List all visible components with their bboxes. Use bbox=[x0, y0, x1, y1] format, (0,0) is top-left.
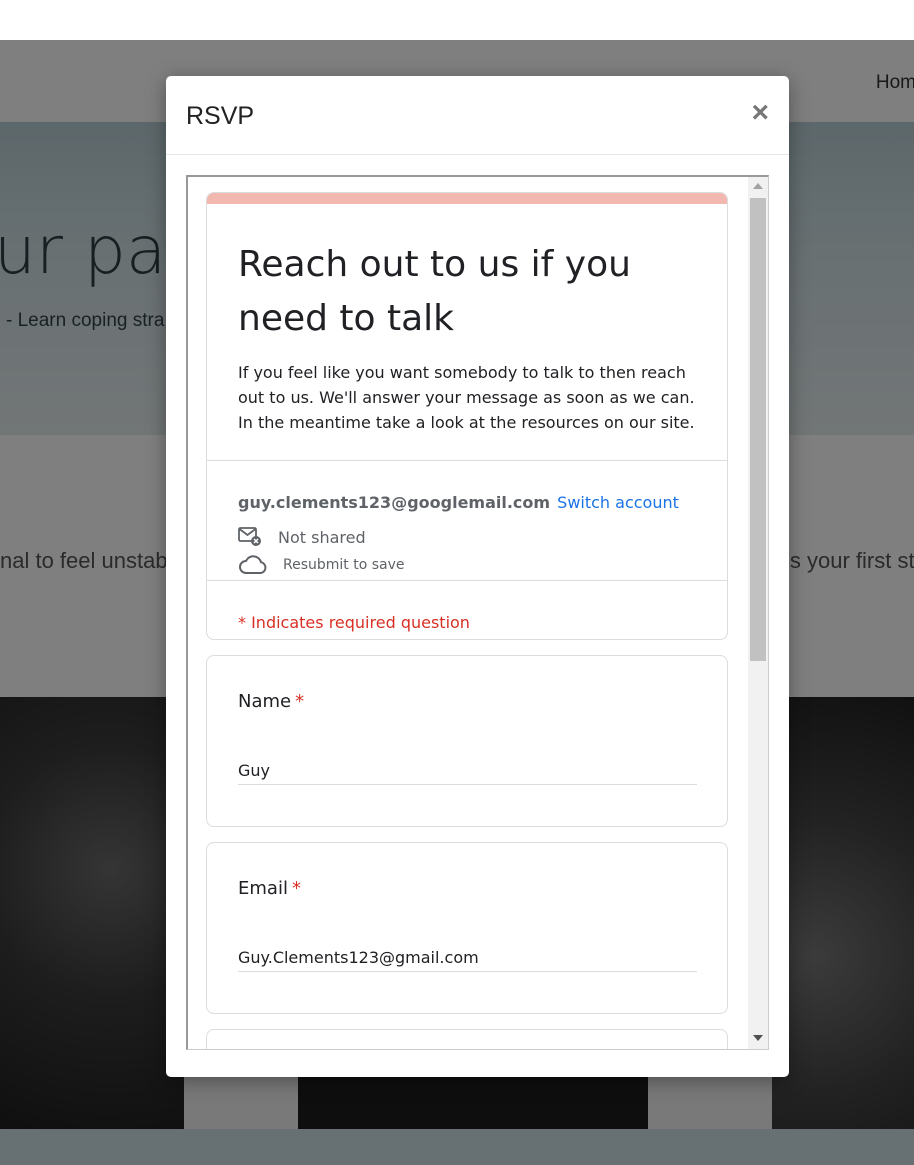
save-status: Resubmit to save bbox=[283, 557, 405, 573]
form-accent-bar bbox=[207, 193, 727, 204]
form-description: If you feel like you want somebody to ta… bbox=[238, 363, 695, 432]
account-line: guy.clements123@googlemail.com Switch ac… bbox=[238, 493, 679, 512]
account-email: guy.clements123@googlemail.com bbox=[238, 493, 551, 512]
question-card-name: Name * bbox=[206, 655, 728, 827]
cloud-icon bbox=[239, 555, 267, 574]
question-label: Email * bbox=[238, 878, 301, 899]
name-input[interactable] bbox=[238, 756, 697, 785]
mail-not-shared-icon bbox=[238, 527, 261, 546]
embedded-form-frame[interactable]: Reach out to us if you need to talk If y… bbox=[186, 175, 769, 1050]
question-card-email: Email * bbox=[206, 842, 728, 1014]
form-header-card: Reach out to us if you need to talk If y… bbox=[206, 192, 728, 640]
scrollbar-thumb[interactable] bbox=[750, 198, 766, 661]
question-label-text: Name bbox=[238, 691, 292, 712]
scroll-down-arrow-icon[interactable] bbox=[753, 1035, 763, 1041]
scroll-up-arrow-icon[interactable] bbox=[753, 183, 763, 189]
scrollbar[interactable] bbox=[748, 177, 768, 1049]
question-card-next bbox=[206, 1029, 728, 1049]
question-label-text: Email bbox=[238, 878, 288, 899]
email-input[interactable] bbox=[238, 943, 697, 972]
required-star: * bbox=[295, 691, 305, 712]
required-note: * Indicates required question bbox=[238, 613, 470, 632]
form-title: Reach out to us if you need to talk bbox=[238, 244, 631, 339]
rsvp-modal: RSVP × Reach out to us if you need to ta… bbox=[166, 76, 789, 1077]
shared-status: Not shared bbox=[278, 528, 366, 547]
required-star: * bbox=[291, 878, 301, 899]
close-button[interactable]: × bbox=[751, 98, 769, 128]
modal-title: RSVP bbox=[186, 102, 255, 130]
modal-header: RSVP × bbox=[166, 76, 789, 155]
divider bbox=[207, 460, 727, 461]
switch-account-link[interactable]: Switch account bbox=[557, 493, 679, 512]
question-label: Name * bbox=[238, 691, 304, 712]
divider bbox=[207, 580, 727, 581]
